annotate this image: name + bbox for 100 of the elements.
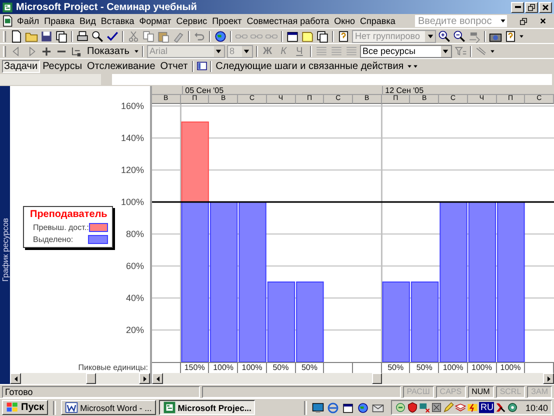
app-icon [162, 401, 176, 414]
menu-item[interactable]: Совместная работа [244, 16, 332, 26]
menu-item[interactable]: Проект [210, 16, 244, 26]
menu-item[interactable]: Вид [78, 16, 98, 26]
help-search-field[interactable]: Введите вопрос [415, 15, 507, 27]
new-document-icon[interactable] [10, 30, 23, 42]
view-tab[interactable]: Ресурсы [40, 60, 84, 72]
legend-title: Преподаватель [30, 209, 108, 220]
zoom-in-icon[interactable] [438, 30, 451, 42]
restore-button[interactable] [525, 2, 538, 12]
taskbar-button[interactable]: Microsoft Projec... [158, 400, 256, 415]
axis-label: 40% [126, 292, 144, 304]
caret-icon [426, 32, 434, 40]
windows-flag-icon [6, 401, 19, 414]
lightning-icon[interactable] [467, 402, 478, 413]
copy-icon[interactable] [142, 30, 155, 42]
view-tab[interactable]: Отчет [158, 60, 190, 72]
peak-value: 50% [301, 363, 318, 373]
caret-icon[interactable] [134, 48, 139, 54]
peak-value: 50% [388, 363, 404, 373]
menu-item[interactable]: Правка [42, 16, 77, 26]
caret-icon[interactable] [490, 48, 495, 54]
caret-icon[interactable] [519, 34, 524, 38]
monitor-icon[interactable] [419, 402, 430, 413]
app-icon [65, 401, 78, 414]
scissors-icon[interactable] [127, 30, 140, 42]
guide-button[interactable]: Следующие шаги и связанные действия [214, 60, 406, 72]
minimize-icon [514, 6, 520, 8]
peak-value: 100% [213, 363, 234, 373]
right-arrow-icon[interactable] [142, 374, 148, 382]
legend-label: Выделено: [33, 235, 74, 244]
language-indicator[interactable]: RU [479, 402, 494, 413]
scroll-thumb[interactable] [86, 373, 96, 384]
zoom-out-icon[interactable] [453, 30, 466, 42]
axis-label: 120% [120, 164, 144, 176]
menu-item[interactable]: Окно [332, 16, 358, 26]
outline-icon[interactable] [70, 44, 83, 58]
minimize-button[interactable] [511, 2, 524, 12]
caret-icon [243, 48, 250, 54]
document-icon[interactable] [2, 15, 14, 27]
axis-label: 160% [120, 100, 144, 112]
menu-item[interactable]: Справка [358, 16, 398, 26]
caret-icon [215, 48, 222, 54]
paste-icon[interactable] [157, 30, 170, 42]
save-icon[interactable] [40, 30, 53, 42]
name-field[interactable] [0, 74, 101, 85]
peak-value: 50% [272, 363, 289, 373]
axis-label: 100% [120, 196, 144, 208]
guide-icon[interactable] [196, 60, 208, 72]
caret-icon [442, 48, 450, 54]
menu-item[interactable]: Вставка [98, 16, 136, 26]
menu-item[interactable]: Файл [15, 16, 42, 26]
horizontal-scrollbar[interactable] [10, 373, 152, 384]
left-arrow-icon[interactable] [154, 374, 160, 382]
peak-value: 100% [472, 363, 492, 373]
pages-icon[interactable] [316, 30, 329, 42]
print-preview-icon[interactable] [91, 30, 104, 42]
shield-icon[interactable] [407, 402, 418, 413]
printer-icon[interactable] [76, 30, 89, 42]
globe-icon[interactable] [357, 402, 370, 414]
window-title: Microsoft Project - Семинар учебный [16, 2, 197, 12]
menu-item[interactable]: Формат [137, 16, 174, 26]
taskbar-button[interactable]: Microsoft Word - ... [61, 400, 156, 415]
menu-item[interactable]: Сервис [174, 16, 210, 26]
globe-icon[interactable] [214, 30, 227, 42]
pencil-icon[interactable] [443, 402, 454, 413]
calendar-icon[interactable] [286, 30, 299, 42]
peak-value: 50% [416, 363, 432, 373]
axis-label: 140% [120, 132, 144, 144]
help-icon[interactable] [504, 30, 517, 42]
view-tab[interactable]: Задачи [2, 60, 40, 72]
filter-dropdown[interactable]: Все ресурсы [360, 44, 452, 58]
right-arrow-icon[interactable] [546, 374, 552, 382]
peak-value: 100% [442, 363, 464, 373]
legend-label: Превыш. дост.: [33, 223, 89, 232]
pages-icon[interactable] [55, 30, 68, 42]
view-label: График ресурсов [0, 218, 10, 282]
close-icon [541, 2, 550, 12]
close-button[interactable] [539, 2, 552, 12]
status-indicator: NUM [468, 386, 494, 398]
envelope-icon[interactable] [372, 402, 384, 414]
horizontal-scrollbar[interactable] [152, 373, 554, 384]
left-arrow-icon[interactable] [12, 374, 18, 382]
plus-icon[interactable] [40, 44, 53, 58]
clock: 10:40 [525, 402, 548, 412]
peak-units-label: Пиковые единицы: [78, 362, 148, 373]
spelling-icon[interactable] [106, 30, 119, 42]
status-text: Готово [2, 386, 200, 398]
peak-value: 150% [184, 363, 205, 373]
peak-value: 100% [242, 363, 262, 373]
close-icon[interactable] [539, 17, 547, 25]
view-tab[interactable]: Отслеживание [85, 60, 158, 72]
help-icon[interactable] [337, 30, 350, 42]
axis-label: 20% [126, 324, 144, 336]
entry-field[interactable] [112, 74, 552, 85]
note-icon[interactable] [301, 30, 314, 42]
calendar-icon[interactable] [342, 402, 354, 414]
show-button[interactable]: Показать [85, 46, 132, 56]
scroll-thumb[interactable] [372, 373, 382, 384]
start-button[interactable]: Пуск [2, 400, 48, 415]
